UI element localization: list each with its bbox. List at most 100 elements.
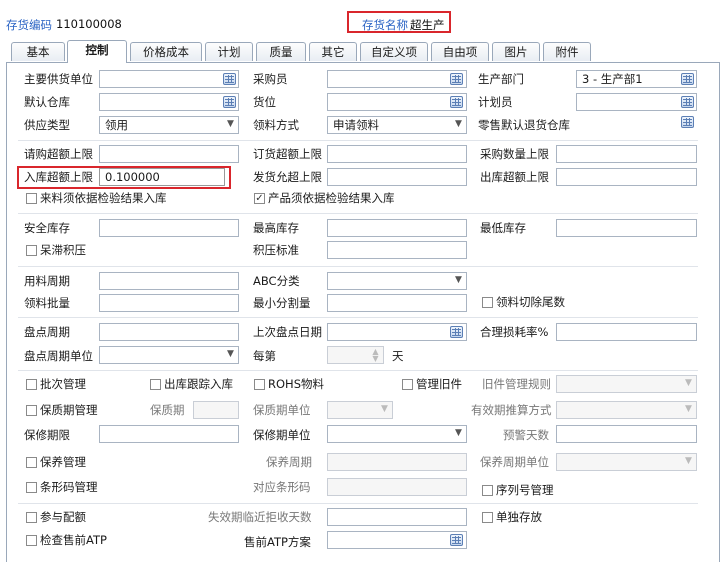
chevron-down-icon[interactable]: ▼ (454, 120, 463, 129)
chevron-down-icon[interactable]: ▼ (454, 276, 463, 285)
name-value: 超生产 (410, 18, 445, 32)
divider (18, 317, 698, 318)
tab-basic[interactable]: 基本 (11, 42, 65, 61)
old-mgmt-checkbox[interactable] (402, 379, 413, 390)
product-inspection-label: 产品须依据检验结果入库 (268, 191, 395, 205)
calendar-icon[interactable] (450, 326, 463, 338)
day-label: 天 (392, 349, 404, 363)
production-dept-input[interactable]: 3 - 生产部1 (576, 70, 697, 88)
tab-images[interactable]: 图片 (492, 42, 540, 61)
tab-quality[interactable]: 质量 (256, 42, 306, 61)
loss-rate-input[interactable] (556, 323, 697, 341)
supplier-picker-icon[interactable] (223, 73, 236, 85)
last-count-date-input[interactable] (327, 323, 467, 341)
barcode-map-input[interactable] (327, 478, 467, 496)
tab-custom-items[interactable]: 自定义项 (360, 42, 428, 61)
maint-cycle-input[interactable] (327, 453, 467, 471)
buyer-input[interactable] (327, 70, 467, 88)
planner-picker-icon[interactable] (681, 96, 694, 108)
min-stock-input[interactable] (556, 219, 697, 237)
maintenance-checkbox[interactable] (26, 457, 37, 468)
chevron-down-icon[interactable]: ▼ (684, 379, 693, 388)
abc-label: ABC分类 (253, 274, 300, 288)
warranty-input[interactable] (99, 425, 239, 443)
min-split-input[interactable] (327, 294, 467, 312)
expiry-method-select[interactable] (556, 401, 697, 419)
max-stock-input[interactable] (327, 219, 467, 237)
tab-other[interactable]: 其它 (309, 42, 357, 61)
purchase-qty-limit-input[interactable] (556, 145, 697, 163)
barcode-checkbox[interactable] (26, 482, 37, 493)
order-limit-label: 订货超额上限 (253, 147, 322, 161)
serial-label: 序列号管理 (496, 483, 554, 497)
overstock-std-input[interactable] (327, 241, 467, 259)
default-warehouse-label: 默认仓库 (24, 95, 70, 109)
count-cycle-unit-select[interactable] (99, 346, 239, 364)
tab-control[interactable]: 控制 (67, 40, 127, 63)
retail-return-warehouse-label: 零售默认退货仓库 (478, 118, 570, 132)
bom-checkbox[interactable] (26, 512, 37, 523)
default-warehouse-input[interactable] (99, 93, 239, 111)
incoming-inspection-checkbox[interactable] (26, 193, 37, 204)
divider (18, 266, 698, 267)
warranty-unit-select[interactable] (327, 425, 467, 443)
tab-free-items[interactable]: 自由项 (431, 42, 489, 61)
outbound-limit-input[interactable] (556, 168, 697, 186)
tab-price-cost[interactable]: 价格成本 (130, 42, 202, 61)
out-track-in-checkbox[interactable] (150, 379, 161, 390)
buyer-picker-icon[interactable] (450, 73, 463, 85)
location-picker-icon[interactable] (450, 96, 463, 108)
atp-plan-input[interactable] (327, 531, 467, 549)
material-cycle-input[interactable] (99, 272, 239, 290)
planner-input[interactable] (576, 93, 697, 111)
count-cycle-input[interactable] (99, 323, 239, 341)
dept-picker-icon[interactable] (681, 73, 694, 85)
return-warehouse-picker-icon[interactable] (681, 116, 694, 128)
old-rule-select[interactable] (556, 375, 697, 393)
abc-select[interactable] (327, 272, 467, 290)
inbound-limit-input[interactable]: 0.100000 (99, 168, 225, 186)
pick-method-select[interactable]: 申请领料 (327, 116, 467, 134)
purchase-request-limit-input[interactable] (99, 145, 239, 163)
warehouse-picker-icon[interactable] (223, 96, 236, 108)
atp-plan-picker-icon[interactable] (450, 534, 463, 546)
expiry-reject-input[interactable] (327, 508, 467, 526)
count-cycle-label: 盘点周期 (24, 325, 70, 339)
overstock-std-label: 积压标准 (253, 243, 299, 257)
rohs-checkbox[interactable] (254, 379, 265, 390)
serial-checkbox[interactable] (482, 485, 493, 496)
shelf-mgmt-checkbox[interactable] (26, 405, 37, 416)
atp-check-checkbox[interactable] (26, 535, 37, 546)
expiry-reject-label: 失效期临近拒收天数 (208, 510, 312, 524)
delivery-limit-input[interactable] (327, 168, 467, 186)
atp-check-label: 检查售前ATP (40, 533, 107, 547)
chevron-down-icon[interactable]: ▼ (684, 405, 693, 414)
tab-plan[interactable]: 计划 (205, 42, 253, 61)
shelf-unit-label: 保质期单位 (253, 403, 311, 417)
stagnant-label: 呆滞积压 (40, 243, 86, 257)
purchase-request-limit-label: 请购超额上限 (24, 147, 93, 161)
main-supplier-unit-input[interactable] (99, 70, 239, 88)
spinner-icon[interactable]: ▲ ▼ (371, 348, 380, 363)
single-stock-checkbox[interactable] (482, 512, 493, 523)
location-input[interactable] (327, 93, 467, 111)
safety-stock-input[interactable] (99, 219, 239, 237)
supply-type-select[interactable]: 领用 (99, 116, 239, 134)
chevron-down-icon[interactable]: ▼ (226, 120, 235, 129)
warn-days-input[interactable] (556, 425, 697, 443)
maint-unit-select[interactable] (556, 453, 697, 471)
pick-batch-input[interactable] (99, 294, 239, 312)
product-inspection-checkbox[interactable]: ✓ (254, 193, 265, 204)
tab-attachments[interactable]: 附件 (543, 42, 591, 61)
chevron-down-icon[interactable]: ▼ (226, 350, 235, 359)
shelf-mgmt-label: 保质期管理 (40, 403, 98, 417)
supply-type-label: 供应类型 (24, 118, 70, 132)
shelf-period-input[interactable] (193, 401, 239, 419)
pick-trim-checkbox[interactable] (482, 297, 493, 308)
chevron-down-icon[interactable]: ▼ (380, 405, 389, 414)
chevron-down-icon[interactable]: ▼ (454, 429, 463, 438)
chevron-down-icon[interactable]: ▼ (684, 457, 693, 466)
order-limit-input[interactable] (327, 145, 467, 163)
batch-mgmt-checkbox[interactable] (26, 379, 37, 390)
stagnant-checkbox[interactable] (26, 245, 37, 256)
